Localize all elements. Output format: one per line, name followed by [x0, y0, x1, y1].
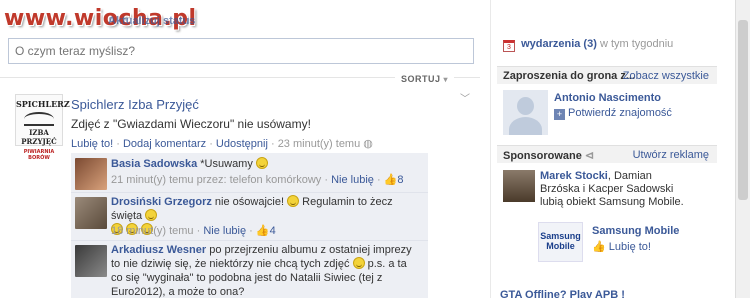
unlike-link[interactable]: Nie lubię	[331, 174, 374, 186]
comments-list: Basia Sadowska *Usuwamy 21 minut(y) temu…	[71, 153, 428, 298]
add-friend-icon: +	[554, 109, 565, 120]
silhouette-body	[509, 117, 542, 135]
comment-text: nie ośowajcie!	[214, 196, 285, 208]
smile-emoji-icon	[145, 209, 158, 221]
logo-line-3: PIWIARNIA BORÓW	[23, 149, 55, 161]
globe-icon: ◍	[363, 138, 373, 150]
ad-brand-link[interactable]: Samsung Mobile	[592, 225, 679, 237]
logo-line-1: SPICHLERZ	[16, 99, 70, 109]
thumbs-up-icon: 👍	[255, 225, 270, 237]
like-count[interactable]: 4	[270, 225, 276, 237]
avatar[interactable]	[75, 158, 107, 190]
avatar[interactable]	[503, 170, 535, 202]
smile-emoji-icon	[352, 257, 365, 269]
events-link[interactable]: 3 wydarzenia (3) w tym tygodniu	[503, 38, 673, 52]
like-count[interactable]: 8	[397, 174, 403, 186]
avatar[interactable]	[503, 90, 548, 135]
friend-requests-header: Zaproszenia do grona z... Zobacz wszystk…	[497, 66, 717, 84]
sponsored-header: Sponsorowane ⊲ Utwórz reklamę	[497, 145, 717, 163]
comment-meta: 18 minut(y) temu · Nie lubię · 👍4	[111, 225, 276, 237]
avatar[interactable]	[75, 197, 107, 229]
silhouette-head	[517, 97, 534, 115]
thumbs-up-icon: 👍	[383, 174, 398, 186]
post-author[interactable]: Spichlerz Izba Przyjęć	[71, 97, 199, 112]
comment-time: 21 minut(y) temu przez: telefon komórkow…	[111, 174, 322, 186]
ad-like-button[interactable]: 👍 Lubię to!	[592, 240, 651, 253]
smile-emoji-icon	[287, 195, 300, 207]
comment-text: *Usuwamy	[200, 158, 253, 170]
friend-request-name[interactable]: Antonio Nascimento	[554, 92, 661, 104]
status-tab[interactable]: Aktualizuj status	[108, 15, 195, 27]
sponsored-title: Sponsorowane ⊲	[503, 150, 595, 162]
logo-art	[24, 112, 54, 126]
status-box[interactable]	[8, 38, 474, 64]
megaphone-icon: ⊲	[584, 150, 595, 162]
confirm-friend-button[interactable]: + Potwierdź znajomość	[554, 107, 672, 120]
comment-body: Arkadiusz Wesner po przejrzeniu albumu z…	[111, 243, 421, 298]
post-time[interactable]: 23 minut(y) temu	[278, 138, 361, 150]
unlike-link[interactable]: Nie lubię	[203, 225, 246, 237]
events-label[interactable]: wydarzenia (3)	[521, 38, 597, 50]
friend-requests-title: Zaproszenia do grona z...	[503, 70, 636, 82]
comment-author[interactable]: Basia Sadowska	[111, 158, 197, 170]
next-ad-title[interactable]: GTA Offline? Play APB !	[500, 289, 625, 298]
logo-line-2: IZBA PRZYJĘĆ	[21, 128, 57, 146]
sort-button[interactable]: SORTUJ ▾	[395, 74, 455, 84]
comment-body: Basia Sadowska *Usuwamy	[111, 157, 268, 171]
share-link[interactable]: Udostępnij	[216, 138, 268, 150]
comment-time: 18 minut(y) temu	[111, 225, 194, 237]
status-input[interactable]	[9, 39, 473, 63]
comment-author[interactable]: Drosiński Grzegorz	[111, 196, 212, 208]
post-options-chevron-icon[interactable]: ﹀	[460, 90, 470, 105]
comment-meta: 21 minut(y) temu przez: telefon komórkow…	[111, 174, 404, 186]
page-avatar[interactable]: SPICHLERZ IZBA PRZYJĘĆ PIWIARNIA BORÓW	[15, 94, 70, 161]
avatar[interactable]	[75, 245, 107, 277]
ad-social-text: Marek Stocki, Damian Brzóska i Kacper Sa…	[540, 170, 690, 209]
post-meta: Lubię to! · Dodaj komentarz · Udostępnij…	[71, 138, 373, 150]
thumbs-up-icon: 👍	[592, 241, 606, 253]
see-all-link[interactable]: Zobacz wszystkie	[623, 70, 709, 82]
comment-divider	[71, 240, 428, 241]
samsung-mobile-logo[interactable]: Samsung Mobile	[538, 222, 583, 262]
scrollbar[interactable]	[735, 0, 750, 298]
comment-link[interactable]: Dodaj komentarz	[123, 138, 206, 150]
create-ad-link[interactable]: Utwórz reklamę	[633, 149, 709, 161]
comment-divider	[71, 192, 428, 193]
like-link[interactable]: Lubię to!	[71, 138, 113, 150]
column-divider	[490, 0, 491, 298]
smile-emoji-icon	[255, 157, 268, 169]
ad-friend-link[interactable]: Marek Stocki	[540, 170, 608, 182]
scrollbar-thumb[interactable]	[738, 20, 748, 200]
calendar-icon: 3	[503, 40, 515, 52]
events-rest: w tym tygodniu	[599, 38, 674, 50]
chevron-down-icon: ▾	[443, 75, 449, 84]
comment-author[interactable]: Arkadiusz Wesner	[111, 244, 206, 256]
post-text: Zdjęć z "Gwiazdami Wieczoru" nie usówamy…	[71, 117, 311, 131]
